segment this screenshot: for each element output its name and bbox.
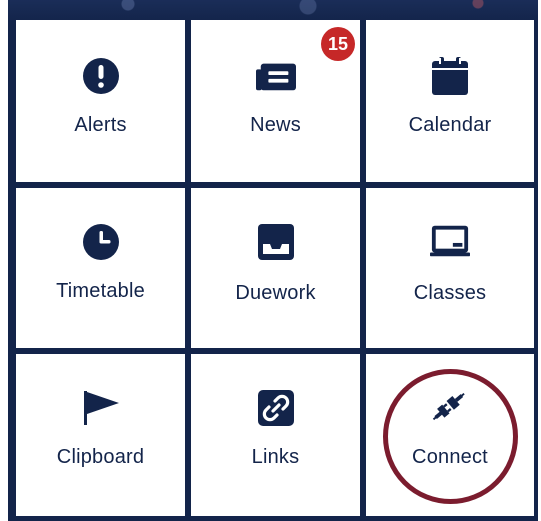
inbox-tray-icon: [256, 222, 296, 262]
news-unread-badge: 15: [321, 27, 355, 61]
tile-timetable[interactable]: Timetable: [16, 188, 185, 348]
tile-links[interactable]: Links: [191, 354, 360, 516]
tile-connect[interactable]: Connect: [366, 354, 534, 516]
tile-label: Connect: [412, 446, 488, 468]
link-icon: [256, 388, 296, 428]
plug-icon: [430, 388, 470, 428]
exclamation-circle-icon: [81, 56, 121, 96]
tile-classes[interactable]: Classes: [366, 188, 534, 348]
calendar-icon: [430, 56, 470, 96]
tile-label: Classes: [413, 282, 487, 304]
header-decoration: [8, 0, 538, 22]
chalkboard-icon: [430, 222, 470, 262]
clock-icon: [81, 222, 121, 262]
tile-clipboard[interactable]: Clipboard: [16, 354, 185, 516]
app-frame: Alerts News 15 Calendar Timetable Duewor…: [0, 0, 541, 521]
tile-duework[interactable]: Duework: [191, 188, 360, 348]
tile-label: News: [250, 114, 301, 136]
tile-alerts[interactable]: Alerts: [16, 20, 185, 182]
tile-label: Alerts: [74, 114, 127, 136]
tile-label: Clipboard: [56, 446, 145, 468]
tile-label: Duework: [235, 282, 316, 304]
tile-calendar[interactable]: Calendar: [366, 20, 534, 182]
tile-label: Calendar: [408, 114, 492, 136]
tile-label: Links: [251, 446, 300, 468]
tile-label: Timetable: [56, 280, 145, 302]
newspaper-icon: [255, 56, 296, 96]
flag-icon: [81, 388, 121, 428]
